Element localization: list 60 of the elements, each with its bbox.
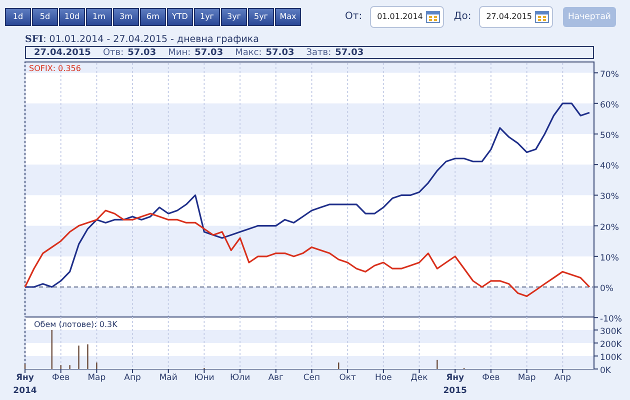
- quote-value: 57.03: [128, 48, 156, 58]
- axis-tick-label: 30%: [600, 192, 619, 202]
- axis-tick-label: 100K: [600, 353, 622, 363]
- month-label: Яну: [16, 373, 34, 383]
- axis-tick-label: 60%: [600, 100, 619, 110]
- month-label: Апр: [124, 373, 141, 383]
- axis-tick-label: 40%: [600, 162, 619, 172]
- quote-value: 57.03: [335, 48, 364, 58]
- period-tab[interactable]: 5d: [32, 8, 58, 26]
- month-label: Мар: [88, 373, 106, 383]
- quote-label: Макс:: [235, 48, 262, 58]
- month-label: Юли: [230, 373, 250, 383]
- axis-tick-label: 0%: [600, 284, 614, 294]
- month-label: Юни: [194, 373, 214, 383]
- period-tab[interactable]: YTD: [167, 8, 193, 26]
- calendar-icon[interactable]: [426, 10, 440, 22]
- quote-value: 57.03: [194, 48, 224, 58]
- month-label: Мар: [518, 373, 536, 383]
- axis-tick-label: 300K: [600, 327, 622, 337]
- quote-label: Затв:: [306, 48, 332, 58]
- to-date-field[interactable]: 27.04.2015: [479, 6, 554, 28]
- period-tab[interactable]: 10d: [59, 8, 85, 26]
- month-label: Авг: [268, 373, 284, 383]
- month-label: Сеп: [303, 373, 320, 383]
- month-label: Окт: [339, 373, 356, 383]
- year-label: 2015: [443, 386, 467, 396]
- month-label: Фев: [482, 373, 500, 383]
- chart-title: SFI: 01.01.2014 - 27.04.2015 - дневна графика: [24, 33, 260, 46]
- period-tab[interactable]: 3уг: [221, 8, 247, 26]
- period-tab[interactable]: Max: [275, 8, 301, 26]
- period-tab[interactable]: 6m: [140, 8, 166, 26]
- period-tab[interactable]: 1d: [5, 8, 31, 26]
- year-label: 2014: [13, 386, 37, 396]
- axis-tick-label: -10%: [600, 314, 622, 325]
- month-label: Ное: [375, 373, 392, 383]
- from-date-field[interactable]: 01.01.2014: [370, 6, 444, 28]
- quote-label: Мин:: [168, 48, 191, 58]
- axis-tick-label: 20%: [600, 222, 619, 233]
- quote-value: 57.03: [266, 48, 294, 58]
- month-label: Дек: [410, 373, 428, 383]
- legend-label: SOFIX: 0.356: [29, 64, 81, 73]
- period-tab[interactable]: 1m: [86, 8, 112, 26]
- period-tab[interactable]: 1уг: [194, 8, 220, 26]
- volume-label: Обем (лотове): 0.3K: [34, 320, 118, 329]
- period-tab[interactable]: 5уг: [248, 8, 274, 26]
- quote-date: 27.04.2015: [34, 48, 91, 58]
- month-label: Апр: [554, 373, 572, 383]
- quote-label: Отв:: [102, 48, 124, 58]
- axis-tick-label: 200K: [600, 340, 622, 350]
- to-label: До:: [454, 11, 472, 22]
- month-label: Май: [159, 373, 178, 383]
- axis-tick-label: 50%: [600, 130, 619, 141]
- calendar-icon[interactable]: [535, 10, 550, 22]
- month-label: Фев: [52, 373, 70, 383]
- month-label: Яну: [446, 373, 464, 383]
- period-tab[interactable]: 3m: [113, 8, 139, 26]
- axis-tick-label: 0K: [600, 366, 611, 376]
- axis-tick-label: 70%: [600, 70, 619, 80]
- from-label: От:: [345, 11, 362, 22]
- axis-tick-label: 10%: [600, 253, 619, 264]
